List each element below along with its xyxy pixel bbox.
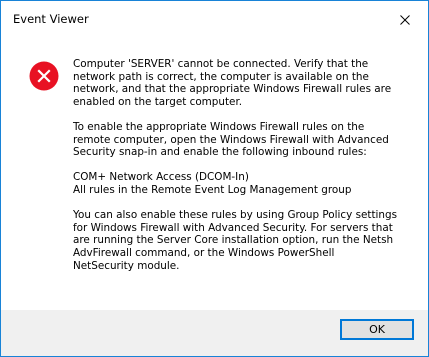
message-dialog: Event Viewer Computer 'SERVER' cannot be… bbox=[0, 0, 429, 357]
window-title: Event Viewer bbox=[13, 12, 89, 26]
error-message: Computer 'SERVER' cannot be connected. V… bbox=[73, 58, 421, 272]
error-icon bbox=[29, 61, 59, 91]
ok-button[interactable]: OK bbox=[340, 319, 414, 340]
close-button[interactable] bbox=[382, 1, 428, 39]
close-icon bbox=[400, 15, 410, 25]
message-paragraph-firewall-instructions: To enable the appropriate Windows Firewa… bbox=[73, 120, 389, 159]
dialog-content: Computer 'SERVER' cannot be connected. V… bbox=[1, 39, 428, 309]
message-paragraph-connection: Computer 'SERVER' cannot be connected. V… bbox=[73, 58, 392, 108]
title-bar[interactable]: Event Viewer bbox=[1, 1, 428, 39]
message-paragraph-group-policy: You can also enable these rules by using… bbox=[73, 209, 398, 272]
dialog-footer: OK bbox=[1, 310, 428, 356]
message-paragraph-inbound-rules: COM+ Network Access (DCOM-In) All rules … bbox=[73, 171, 352, 196]
